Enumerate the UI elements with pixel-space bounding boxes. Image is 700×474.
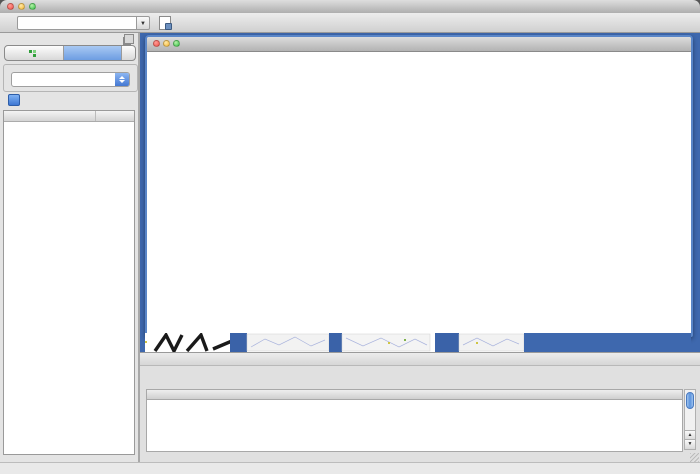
tab-network[interactable] (5, 46, 64, 60)
dropdown-stepper-icon[interactable] (115, 73, 129, 86)
node-color-selection-group (3, 64, 138, 92)
search-dropdown-arrow-icon[interactable]: ▼ (137, 16, 150, 30)
control-panel-tabs (4, 45, 136, 61)
background-windows-strip (145, 333, 691, 352)
network-desktop (140, 33, 700, 352)
status-bar (0, 462, 700, 474)
close-icon[interactable] (153, 40, 160, 47)
network-canvas[interactable] (147, 52, 691, 331)
resize-grip[interactable] (690, 453, 699, 462)
minimize-icon[interactable] (163, 40, 170, 47)
tab-mosaic[interactable] (64, 46, 123, 60)
tab-overflow-arrow[interactable] (122, 46, 135, 60)
scrollbar-thumb[interactable] (686, 392, 694, 409)
data-panel-toolbar (140, 365, 700, 388)
network-glyph-icon (29, 50, 36, 57)
scroll-down-icon[interactable]: ▼ (685, 439, 695, 449)
maximize-icon[interactable] (173, 40, 180, 47)
control-panel (0, 33, 140, 463)
close-button[interactable] (7, 3, 14, 10)
column-nodes[interactable] (96, 111, 134, 121)
attribute-table (146, 389, 683, 452)
network-tree (3, 110, 135, 455)
zoom-button[interactable] (29, 3, 36, 10)
network-window-titlebar[interactable] (147, 37, 691, 52)
select-nodes-checkbox[interactable] (8, 94, 20, 106)
main-toolbar: ▼ (0, 13, 700, 33)
search-input[interactable] (17, 16, 137, 30)
float-panel-icon[interactable] (124, 34, 134, 44)
data-panel: ▲ ▼ (140, 352, 700, 463)
control-panel-title (0, 33, 138, 44)
column-network[interactable] (4, 111, 96, 121)
title-bar[interactable] (0, 0, 700, 14)
search-options-icon[interactable] (156, 14, 173, 31)
tree-header[interactable] (4, 111, 134, 122)
network-view-window[interactable] (145, 35, 693, 337)
node-color-dropdown[interactable] (11, 72, 130, 87)
table-scrollbar[interactable]: ▲ ▼ (684, 389, 696, 450)
minimize-button[interactable] (18, 3, 25, 10)
application-window: ▼ (0, 0, 700, 474)
